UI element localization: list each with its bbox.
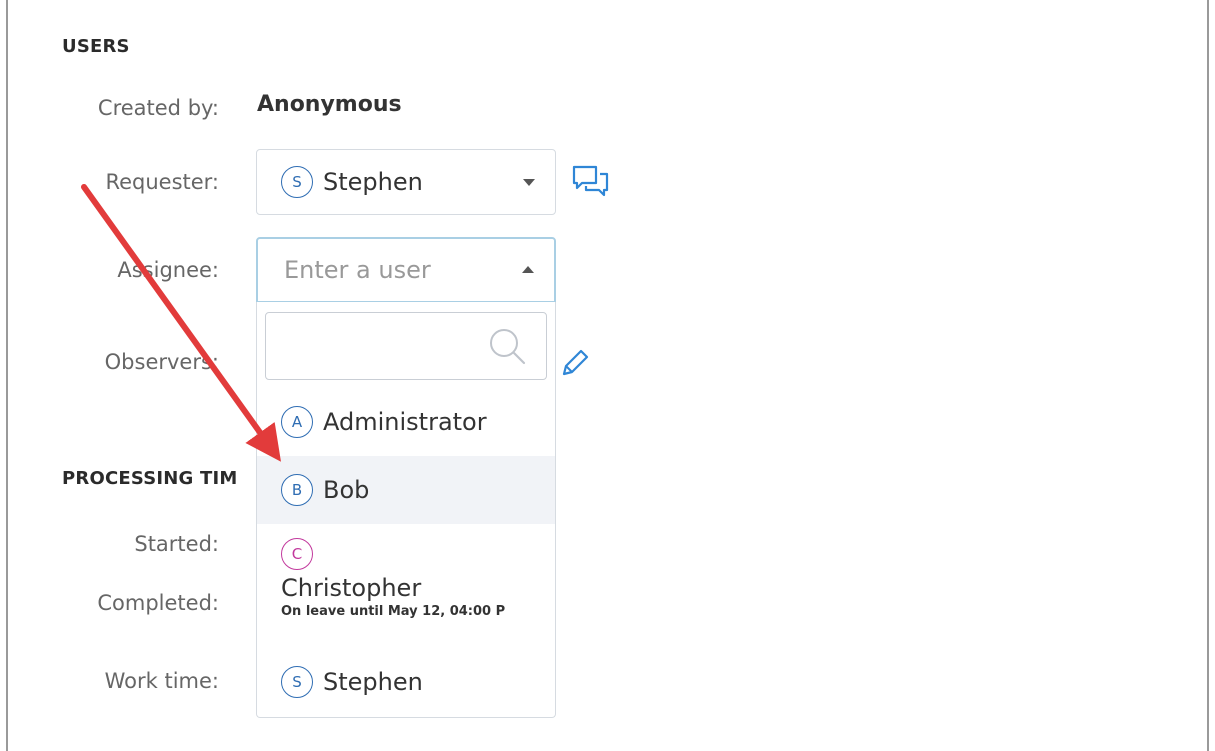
annotation-arrow: [81, 184, 281, 462]
